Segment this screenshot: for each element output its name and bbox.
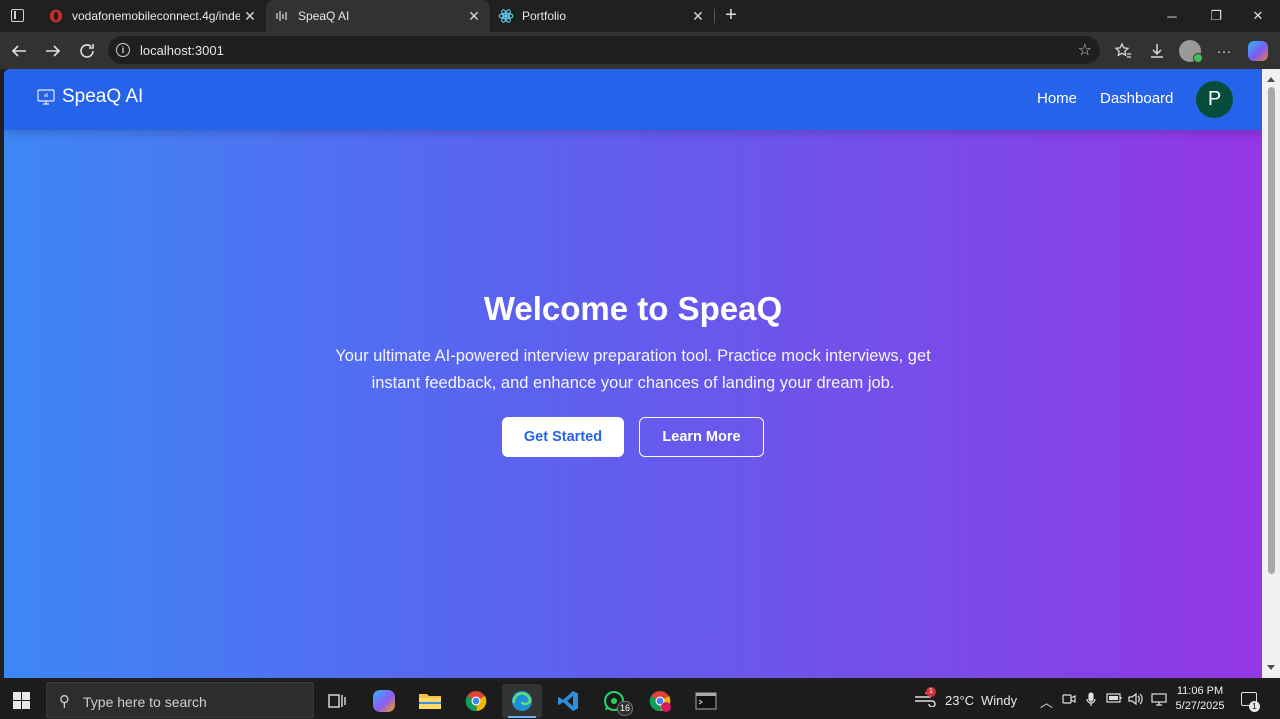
tab-actions-button[interactable]	[8, 7, 28, 25]
close-tab-icon[interactable]: ✕	[688, 6, 708, 26]
chevron-up-icon[interactable]: ︿	[1040, 692, 1053, 711]
vscode-icon[interactable]	[548, 684, 588, 718]
system-clock[interactable]: 11:06 PM 5/27/2025	[1170, 684, 1230, 714]
edge-icon[interactable]	[502, 684, 542, 718]
clock-time: 11:06 PM	[1176, 685, 1224, 697]
more-options-icon[interactable]: ···	[1212, 39, 1236, 63]
whatsapp-badge: 16	[616, 701, 633, 716]
battery-icon[interactable]	[1106, 692, 1123, 707]
notification-badge: 1	[1249, 701, 1260, 712]
weather-alert-badge: 1	[926, 687, 936, 697]
windows-logo-icon	[13, 692, 21, 700]
tab-separator	[714, 9, 715, 23]
weather-condition[interactable]: Windy	[981, 693, 1017, 708]
close-window-button[interactable]: ✕	[1236, 0, 1280, 32]
page-viewport: SpeaQ AI Home Dashboard P Welcome to Spe…	[4, 69, 1262, 678]
learn-more-button[interactable]: Learn More	[639, 417, 764, 457]
meet-now-icon[interactable]	[1062, 692, 1076, 709]
app-favicon-icon	[274, 8, 290, 24]
forward-button[interactable]	[40, 38, 66, 64]
search-icon: ⚲	[59, 693, 70, 710]
tab-vodafone[interactable]: vodafonemobileconnect.4g/index. ✕	[40, 0, 266, 32]
hero-title: Welcome to SpeaQ	[483, 290, 783, 327]
tab-title: Portfolio	[522, 9, 567, 23]
get-started-button[interactable]: Get Started	[502, 417, 624, 457]
tab-title: SpeaQ AI	[298, 9, 350, 23]
app-navbar: SpeaQ AI Home Dashboard P	[4, 69, 1262, 130]
whatsapp-icon[interactable]: 16	[594, 684, 634, 718]
tab-actions-icon	[11, 9, 24, 22]
terminal-icon[interactable]	[686, 684, 726, 718]
address-bar[interactable]: i localhost:3001 ☆	[108, 36, 1100, 64]
microphone-icon[interactable]	[1085, 692, 1097, 710]
monitor-icon	[37, 89, 55, 105]
browser-toolbar: i localhost:3001 ☆ ···	[0, 32, 1280, 69]
brand-name: SpeaQ AI	[62, 86, 144, 107]
chrome-profile-icon[interactable]	[640, 684, 680, 718]
close-tab-icon[interactable]: ✕	[464, 6, 484, 26]
profile-avatar[interactable]	[1179, 40, 1203, 63]
search-placeholder: Type here to search	[83, 694, 207, 710]
start-button[interactable]	[13, 692, 30, 709]
scroll-down-icon[interactable]	[1267, 665, 1275, 670]
clock-date: 5/27/2025	[1175, 700, 1225, 712]
new-tab-button[interactable]: +	[720, 5, 742, 27]
back-button[interactable]	[6, 38, 32, 64]
scrollbar-thumb[interactable]	[1268, 87, 1275, 574]
task-view-icon[interactable]	[317, 684, 357, 718]
opera-icon	[48, 8, 64, 24]
nav-home-link[interactable]: Home	[1037, 90, 1077, 107]
favorites-icon[interactable]	[1111, 39, 1135, 63]
copilot-icon[interactable]	[1248, 41, 1268, 61]
taskbar-search[interactable]: ⚲ Type here to search	[46, 682, 314, 718]
weather-temp[interactable]: 23°C	[945, 693, 974, 708]
close-tab-icon[interactable]: ✕	[240, 6, 260, 26]
tab-bar: vodafonemobileconnect.4g/index. ✕ SpeaQ …	[0, 0, 1280, 32]
restore-button[interactable]: ❐	[1194, 0, 1238, 32]
tab-speaq[interactable]: SpeaQ AI ✕	[266, 0, 490, 32]
hero-subtitle: Your ultimate AI-powered interview prepa…	[335, 347, 931, 392]
hero-section: Welcome to SpeaQ Your ultimate AI-powere…	[4, 130, 1262, 678]
brand-logo[interactable]: SpeaQ AI	[36, 86, 143, 108]
downloads-icon[interactable]	[1145, 39, 1169, 63]
windows-taskbar: ⚲ Type here to search 16 1 23°C Windy ︿	[0, 681, 1280, 719]
address-url: localhost:3001	[140, 43, 224, 58]
tab-portfolio[interactable]: Portfolio ✕	[490, 0, 714, 32]
refresh-button[interactable]	[74, 38, 100, 64]
site-info-icon[interactable]: i	[116, 43, 130, 57]
file-explorer-icon[interactable]	[410, 684, 450, 718]
favorite-star-icon[interactable]: ☆	[1078, 40, 1092, 60]
network-icon[interactable]	[1151, 692, 1167, 709]
nav-dashboard-link[interactable]: Dashboard	[1100, 90, 1173, 107]
tab-title: vodafonemobileconnect.4g/index.	[72, 9, 240, 23]
copilot-app-icon[interactable]	[364, 684, 404, 718]
chrome-icon[interactable]	[456, 684, 496, 718]
user-avatar[interactable]: P	[1196, 81, 1233, 118]
page-scrollbar[interactable]	[1262, 69, 1280, 678]
volume-icon[interactable]	[1128, 692, 1144, 709]
react-icon	[498, 8, 514, 24]
minimize-button[interactable]: ─	[1150, 0, 1194, 32]
scroll-up-icon[interactable]	[1267, 77, 1275, 82]
